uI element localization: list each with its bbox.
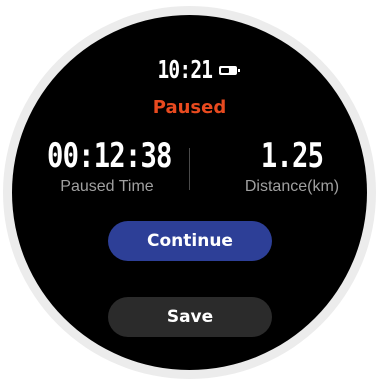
continue-button-label: Continue <box>147 231 233 251</box>
battery-icon <box>218 65 240 75</box>
metric-divider <box>189 148 190 190</box>
save-button-label: Save <box>166 307 214 327</box>
watch-face-frame: 10:21 Paused 00:12:38 Paused Time 1.25 D… <box>0 0 379 387</box>
clock-time: 10:21 <box>157 54 214 84</box>
watch-screen: 10:21 Paused 00:12:38 Paused Time 1.25 D… <box>12 15 367 370</box>
save-button[interactable]: Save <box>108 297 272 337</box>
distance-value: 1.25 <box>260 136 324 176</box>
paused-time-label: Paused Time <box>60 178 154 195</box>
workout-status: Paused <box>152 97 227 118</box>
distance-label: Distance(km) <box>244 178 340 195</box>
continue-button[interactable]: Continue <box>108 221 272 261</box>
status-bar: 10:21 <box>12 53 367 85</box>
paused-time-value: 00:12:38 <box>47 136 172 176</box>
